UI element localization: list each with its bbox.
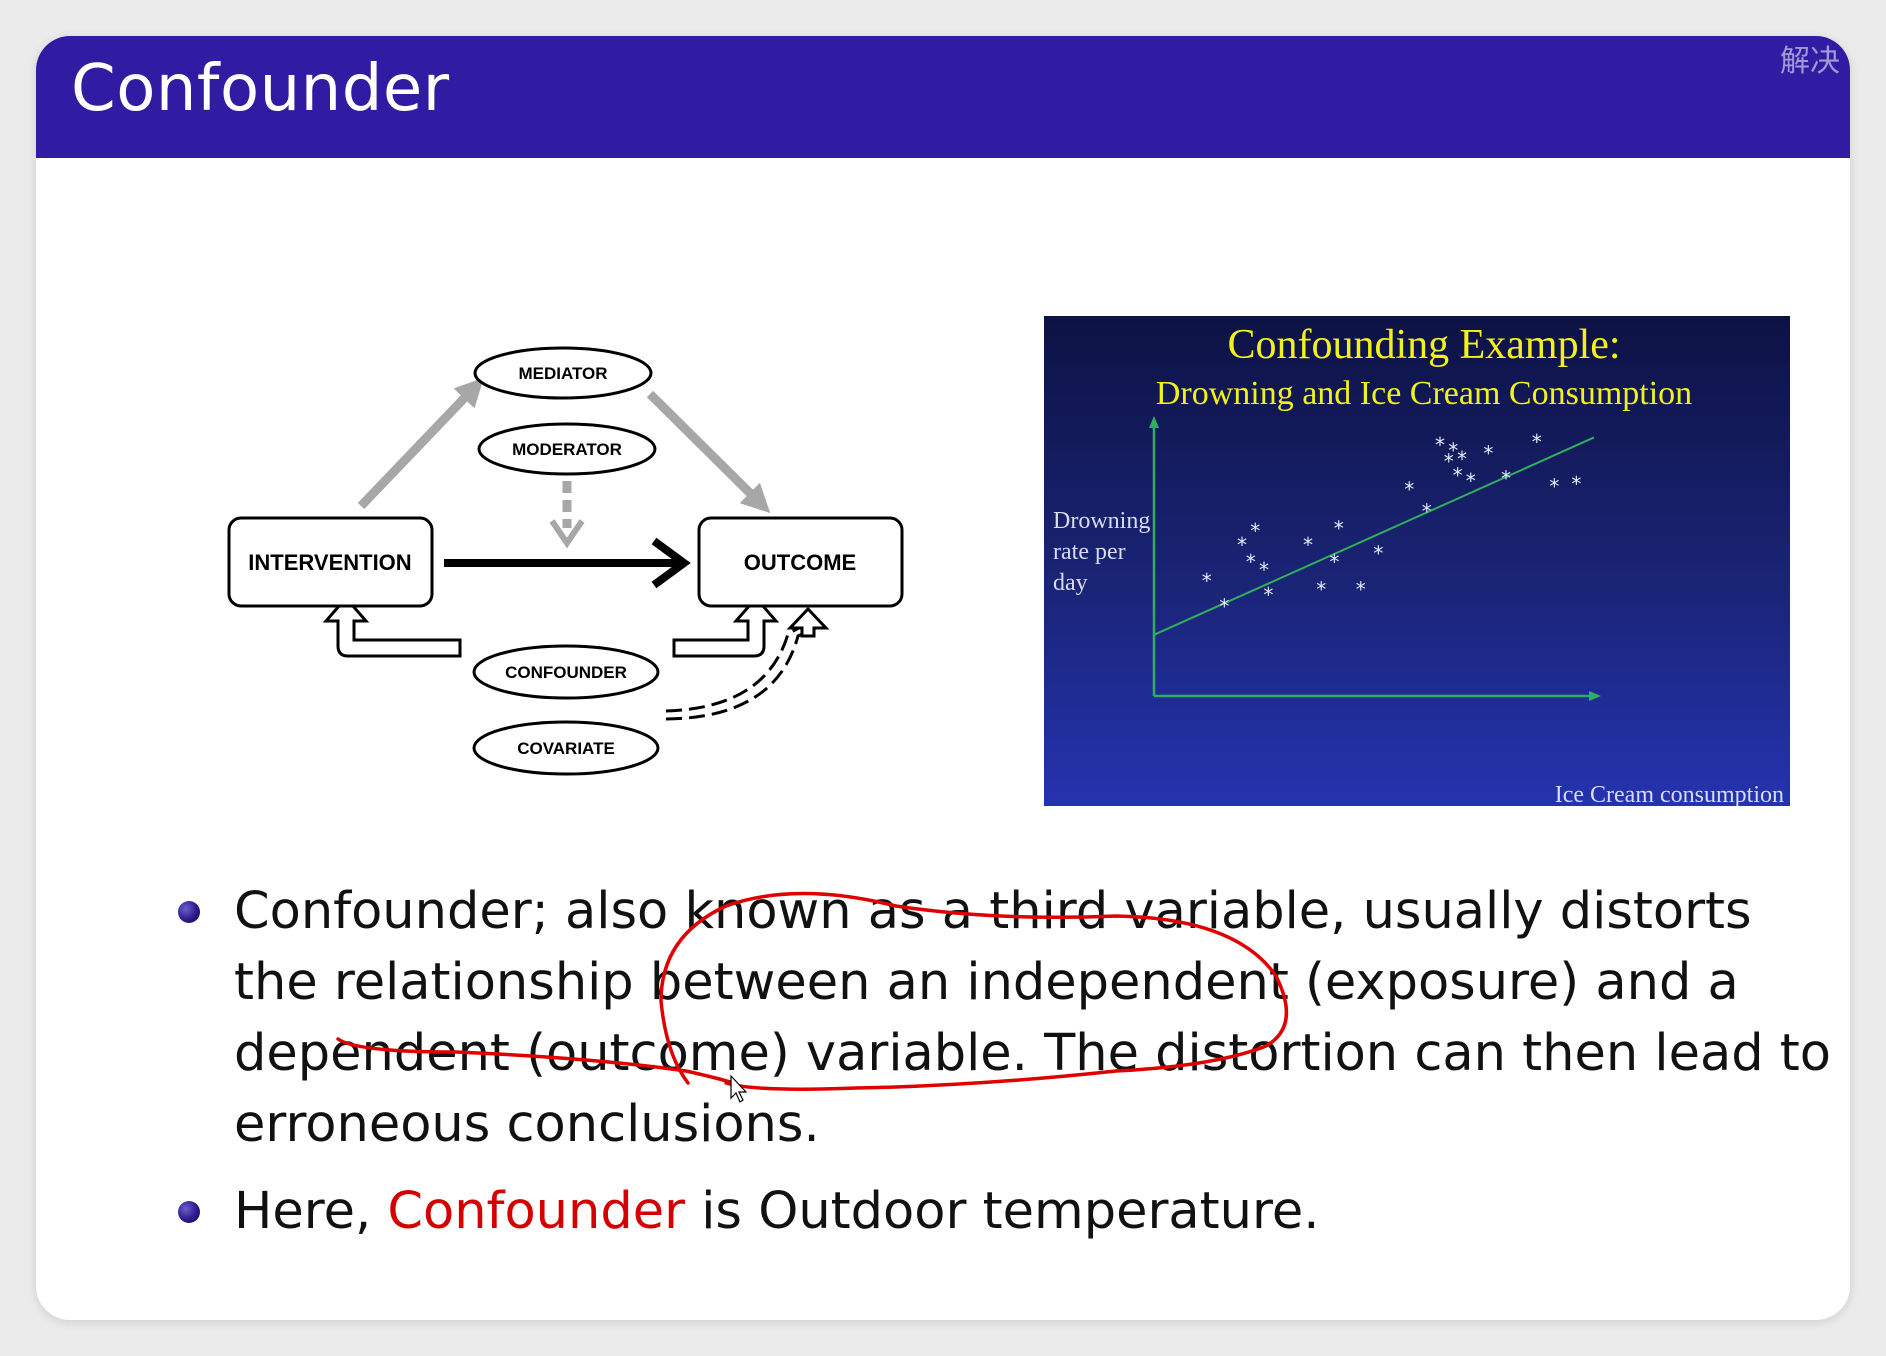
red-annotation [336,891,1289,1103]
annotation-circle [659,891,1289,1091]
cursor-pointer-icon [730,1074,748,1103]
slide: Confounder 解决 MEDIATOR MODERATOR INTERVE… [36,36,1850,1320]
